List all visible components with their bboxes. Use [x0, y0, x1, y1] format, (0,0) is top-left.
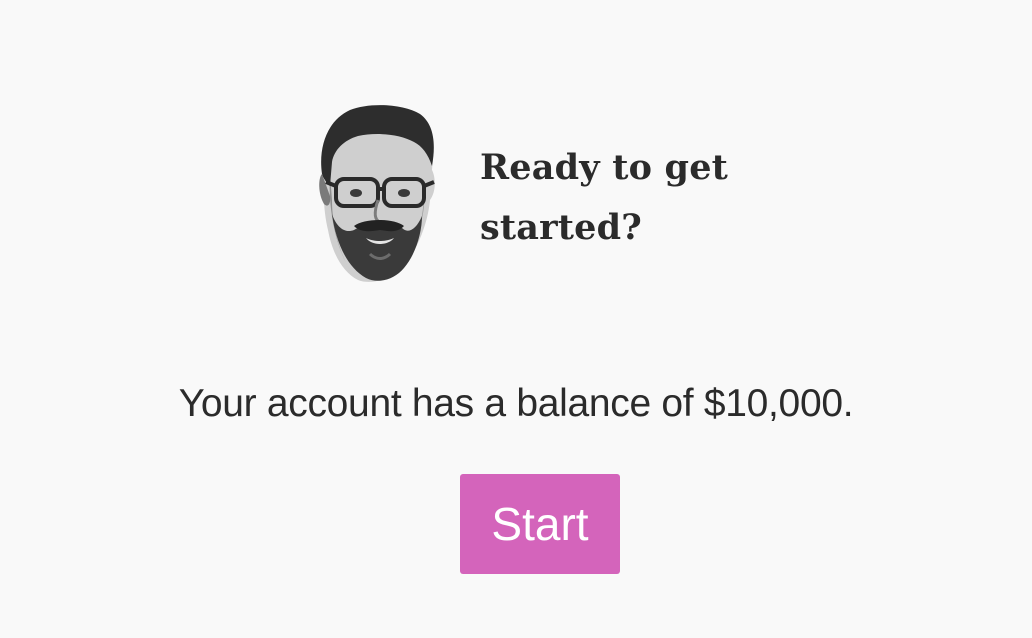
start-button[interactable]: Start [460, 474, 620, 574]
avatar-icon [319, 105, 435, 282]
start-screen: Ready to get started? Your account has a… [0, 0, 1032, 638]
hero-section: Ready to get started? [318, 104, 738, 288]
ready-prompt: Ready to get started? [480, 147, 729, 248]
balance-message: Your account has a balance of $10,000. [178, 382, 854, 425]
